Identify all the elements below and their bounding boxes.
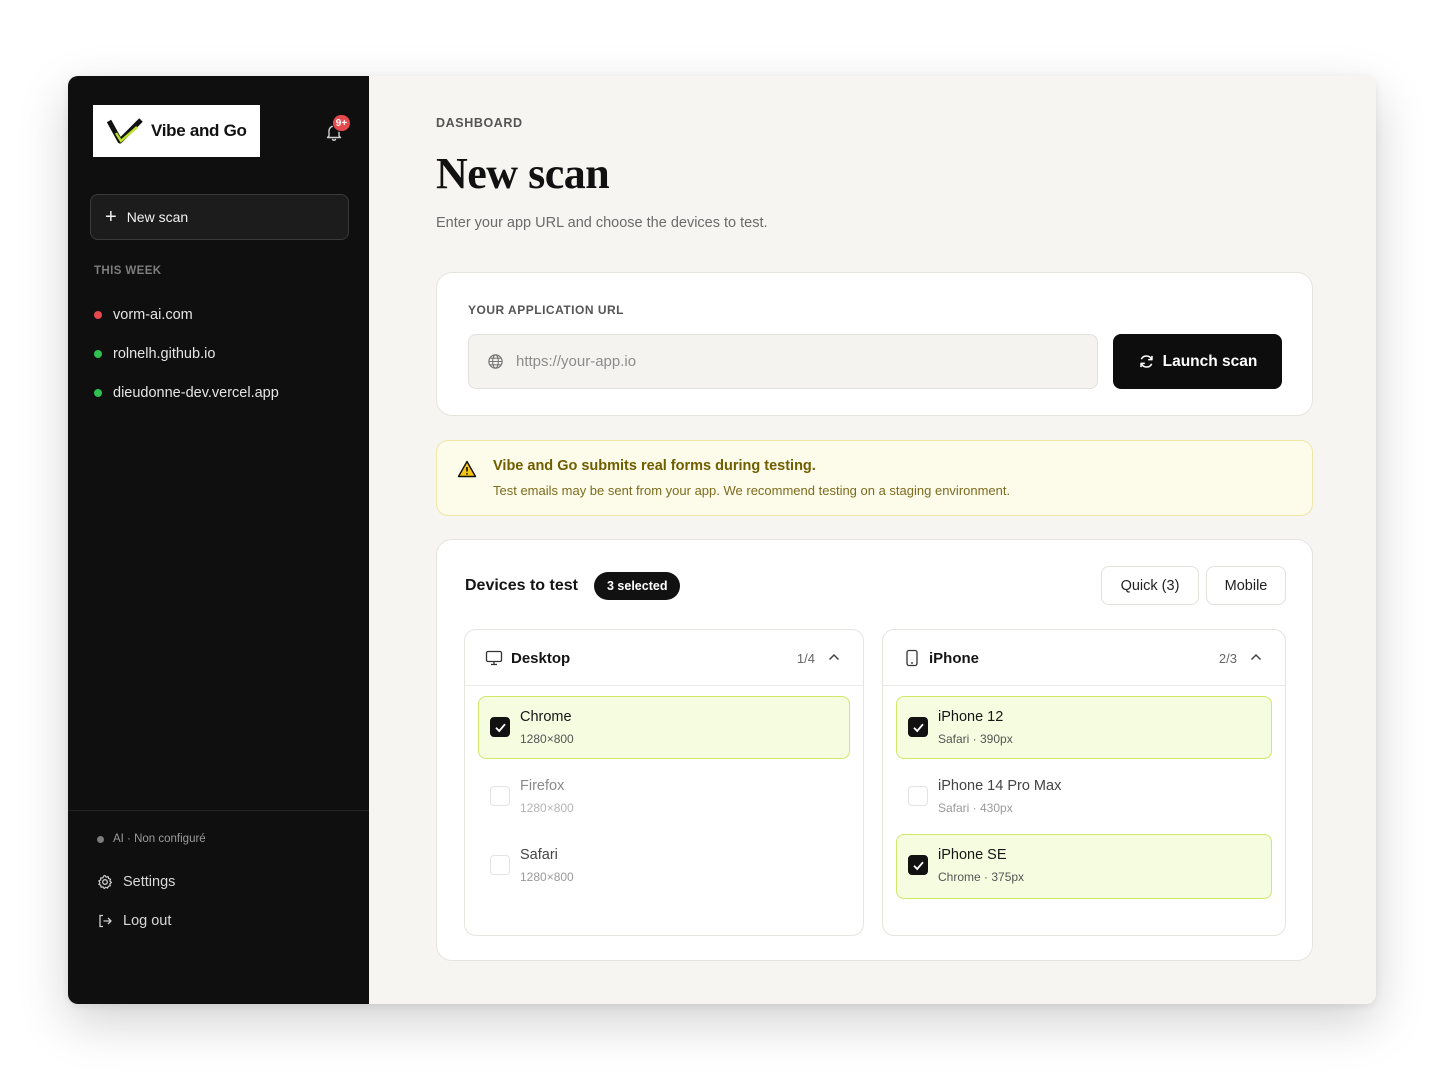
monitor-icon [485,650,503,666]
checkbox-checked[interactable] [490,717,510,737]
device-name: Safari [520,847,558,863]
history-item[interactable]: rolnelh.github.io [94,334,279,373]
ai-status-dot [97,835,104,843]
history-item-label: rolnelh.github.io [113,345,216,362]
status-dot-green [94,349,102,358]
device-group-header[interactable]: iPhone 2/3 [883,630,1285,686]
check-icon [913,861,924,871]
settings-label: Settings [123,874,176,890]
gear-icon [98,874,112,890]
device-name: iPhone 12 [938,709,1004,725]
main-content: DASHBOARD New scan Enter your app URL an… [369,76,1376,1004]
checkbox-unchecked[interactable] [490,786,510,806]
device-group-header[interactable]: Desktop 1/4 [465,630,863,686]
device-name: Firefox [520,778,565,794]
device-detail: 1280×800 [520,801,574,815]
device-name: iPhone 14 Pro Max [938,778,1062,794]
device-option-iphone-14-pro-max[interactable]: iPhone 14 Pro Max Safari · 430px [896,765,1272,828]
url-input[interactable] [516,353,1076,370]
warning-triangle-icon [457,460,477,478]
checkbox-unchecked[interactable] [908,786,928,806]
brand-name: Vibe and Go [151,121,247,140]
history-item-label: dieudonne-dev.vercel.app [113,384,279,401]
logout-link[interactable]: Log out [97,913,171,929]
selected-count-badge: 3 selected [594,572,681,600]
check-icon [913,723,924,733]
notification-badge: 9+ [332,114,351,132]
sidebar-divider [68,810,369,811]
devices-card: Devices to test 3 selected Quick (3) Mob… [436,539,1313,961]
smartphone-icon [906,649,918,667]
checkbox-unchecked[interactable] [490,855,510,875]
device-group-name: iPhone [929,650,980,667]
url-field-label: YOUR APPLICATION URL [468,303,624,317]
checkbox-checked[interactable] [908,717,928,737]
sidebar: Vibe and Go 9+ + New scan THIS WEEK vorm… [68,76,369,1004]
device-detail: 1280×800 [520,732,574,746]
device-group-iphone: iPhone 2/3 iPhone 12 Safari · 390px iPho… [882,629,1286,936]
logout-icon [99,914,112,928]
device-detail: Safari · 390px [938,732,1013,746]
device-option-iphone-se[interactable]: iPhone SE Chrome · 375px [896,834,1272,899]
new-scan-label: New scan [126,209,189,225]
url-input-wrapper[interactable] [468,334,1098,389]
device-detail: Safari · 430px [938,801,1013,815]
device-option-safari[interactable]: Safari 1280×800 [478,834,850,897]
launch-scan-button[interactable]: Launch scan [1113,334,1282,389]
page-subtitle: Enter your app URL and choose the device… [436,215,768,231]
launch-scan-label: Launch scan [1162,352,1258,370]
preset-mobile-button[interactable]: Mobile [1206,566,1286,605]
history-item[interactable]: dieudonne-dev.vercel.app [94,373,279,412]
chevron-up-icon[interactable] [1249,650,1263,664]
chevron-up-icon[interactable] [827,650,841,664]
device-detail: 1280×800 [520,870,574,884]
settings-link[interactable]: Settings [97,874,175,890]
device-detail: Chrome · 375px [938,870,1025,884]
history-item-label: vorm-ai.com [113,306,193,323]
history-item[interactable]: vorm-ai.com [94,295,279,334]
ai-status: AI · Non configuré [97,833,206,845]
warning-banner: Vibe and Go submits real forms during te… [436,440,1313,516]
device-group-name: Desktop [511,650,571,667]
plus-icon: + [105,206,117,228]
status-dot-green [94,388,102,397]
v-checkmark-logo-icon [107,118,143,144]
device-group-desktop: Desktop 1/4 Chrome 1280×800 Firefox 1280… [464,629,864,936]
url-card: YOUR APPLICATION URL Launch scan [436,272,1313,416]
devices-title: Devices to test [465,577,578,594]
logout-label: Log out [123,913,172,929]
device-group-count: 2/3 [1218,651,1237,666]
status-dot-red [94,310,102,319]
globe-icon [488,354,503,369]
device-option-firefox[interactable]: Firefox 1280×800 [478,765,850,828]
page-title: New scan [436,149,610,198]
section-label-this-week: THIS WEEK [94,265,162,277]
new-scan-button[interactable]: + New scan [90,194,349,240]
checkbox-checked[interactable] [908,855,928,875]
check-icon [495,723,506,733]
device-group-count: 1/4 [796,651,815,666]
scan-history-list: vorm-ai.com rolnelh.github.io dieudonne-… [94,295,279,412]
ai-status-label: AI · Non configuré [113,833,206,845]
device-option-chrome[interactable]: Chrome 1280×800 [478,696,850,759]
refresh-icon [1139,355,1153,368]
device-option-iphone-12[interactable]: iPhone 12 Safari · 390px [896,696,1272,759]
app-window: Vibe and Go 9+ + New scan THIS WEEK vorm… [68,76,1376,1004]
brand-logo[interactable]: Vibe and Go [93,105,260,157]
warning-title: Vibe and Go submits real forms during te… [493,458,816,474]
device-name: iPhone SE [938,847,1007,863]
breadcrumb: DASHBOARD [436,116,523,130]
device-name: Chrome [520,709,572,725]
warning-text: Test emails may be sent from your app. W… [493,483,1011,498]
preset-quick-button[interactable]: Quick (3) [1101,566,1199,605]
